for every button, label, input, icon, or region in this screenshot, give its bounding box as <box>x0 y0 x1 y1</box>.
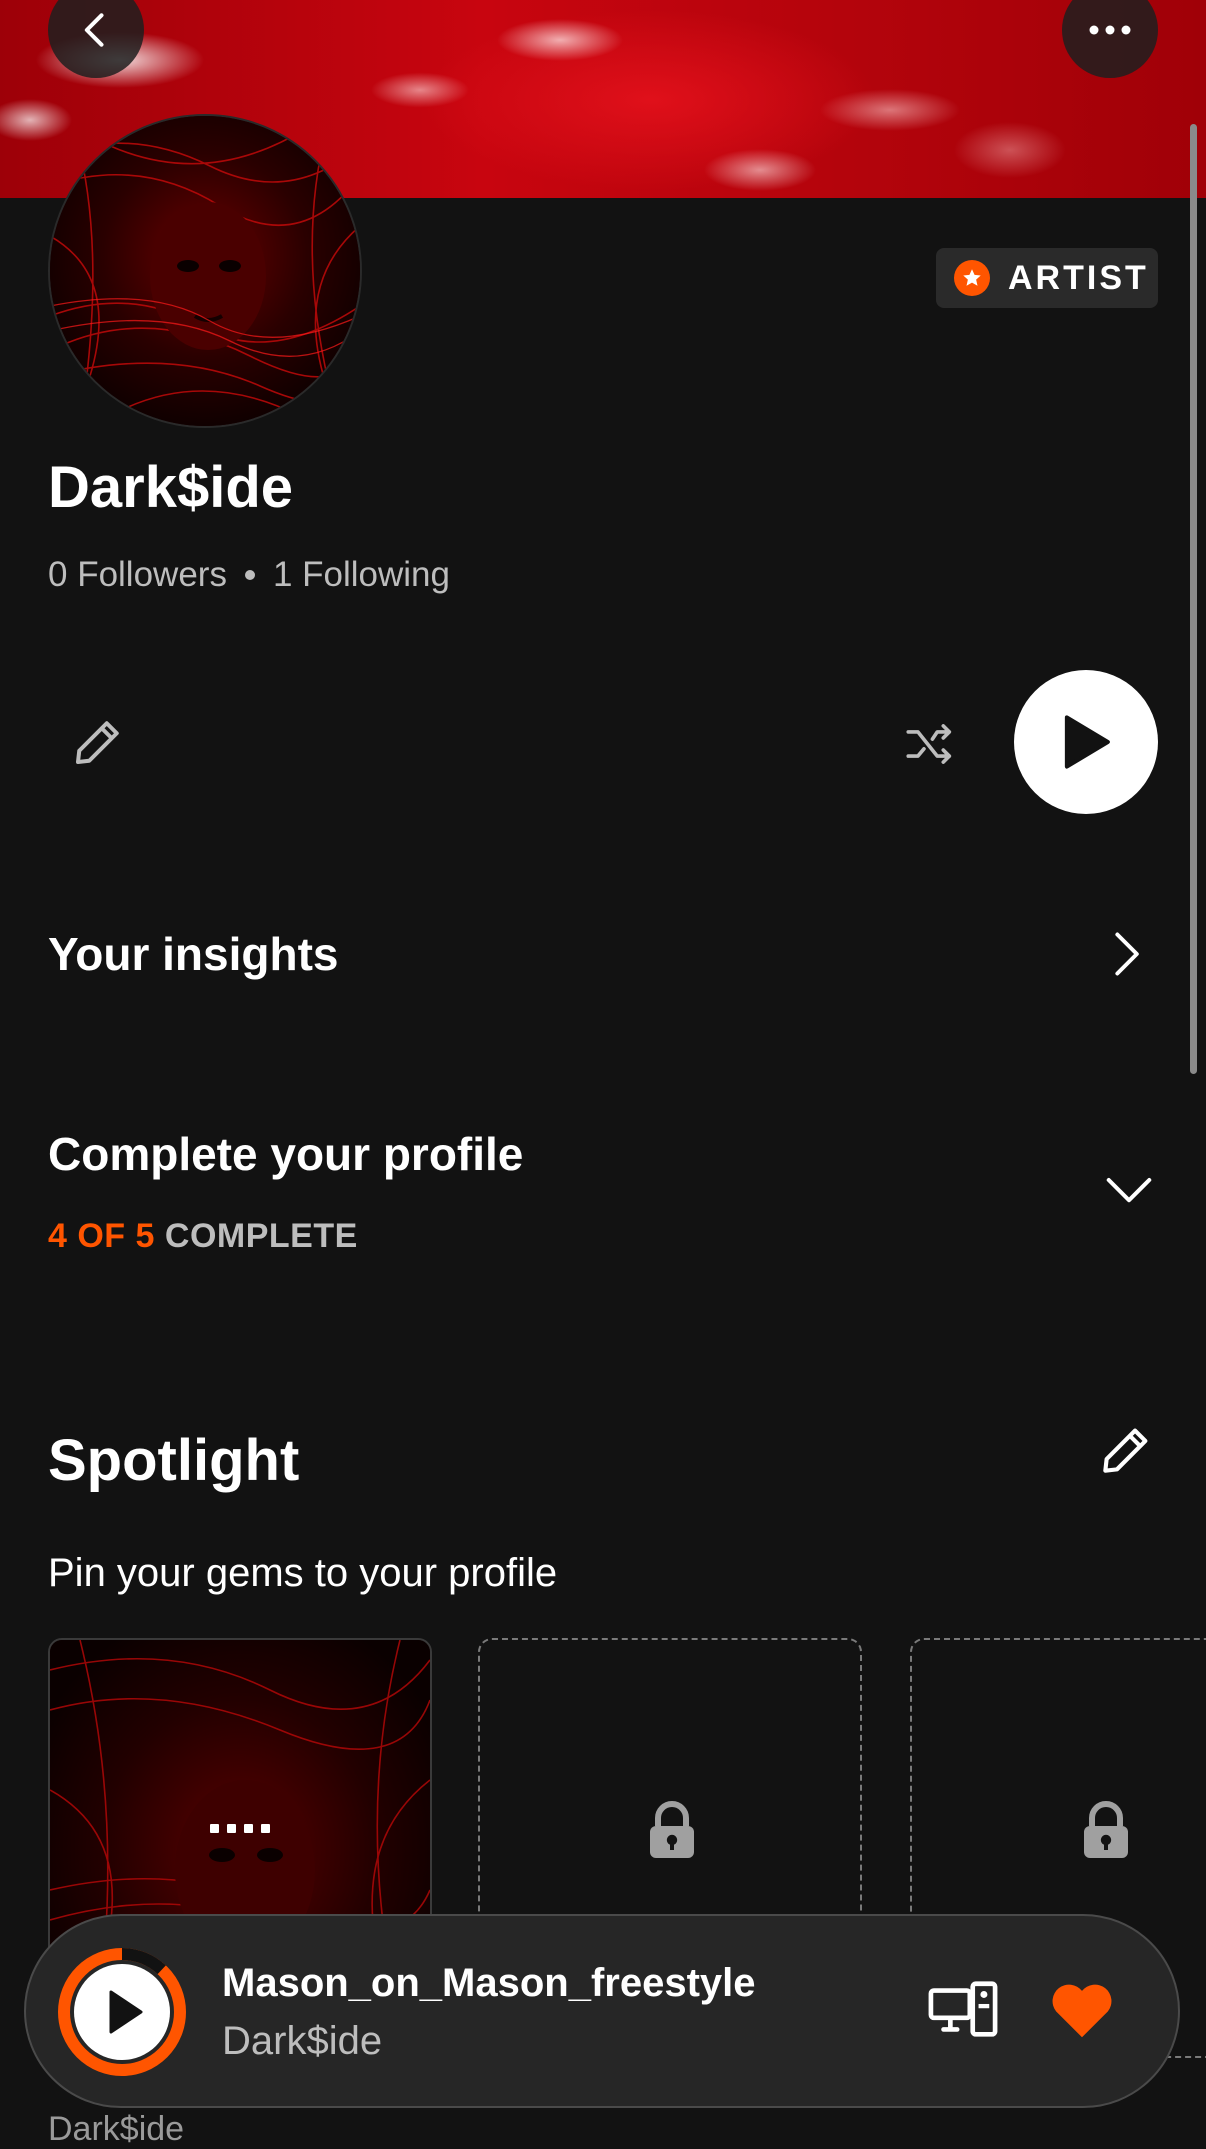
loading-dots <box>210 1824 270 1833</box>
devices-icon[interactable] <box>928 1980 998 2040</box>
artist-badge: ARTIST <box>936 248 1158 308</box>
heart-icon[interactable] <box>1048 1980 1116 2040</box>
edit-profile-button[interactable] <box>62 706 134 778</box>
play-icon <box>1064 715 1110 769</box>
lock-icon <box>1084 1801 1128 1858</box>
shuffle-icon <box>906 724 952 764</box>
now-playing-artist[interactable]: Dark$ide <box>222 2016 382 2066</box>
following-link[interactable]: 1 Following <box>273 552 450 598</box>
lock-icon <box>650 1801 694 1858</box>
pencil-icon <box>1103 1428 1148 1473</box>
progress-count: 4 OF 5 <box>48 1217 155 1255</box>
avatar[interactable] <box>48 114 362 428</box>
follow-stats: 0 Followers 1 Following <box>48 552 450 598</box>
tile-artist-name: Dark$ide <box>48 2110 185 2148</box>
complete-profile-title[interactable]: Complete your profile <box>48 1126 523 1182</box>
pencil-icon <box>76 721 119 764</box>
insights-title: Your insights <box>48 928 339 980</box>
star-icon <box>954 260 990 296</box>
spotlight-title: Spotlight <box>48 1428 300 1493</box>
profile-name: Dark$ide <box>48 455 294 520</box>
play-button[interactable] <box>1014 670 1158 814</box>
profile-progress: 4 OF 5 COMPLETE <box>48 1214 358 1258</box>
now-playing-title[interactable]: Mason_on_Mason_freestyle <box>222 1958 756 2008</box>
edit-spotlight-button[interactable] <box>1090 1414 1162 1486</box>
shuffle-button[interactable] <box>894 710 966 778</box>
chevron-right-icon[interactable] <box>1100 928 1152 980</box>
artist-badge-label: ARTIST <box>1008 258 1149 297</box>
chevron-down-icon[interactable] <box>1102 1162 1156 1216</box>
followers-link[interactable]: 0 Followers <box>48 552 227 598</box>
mini-player[interactable] <box>24 1914 1180 2108</box>
spotlight-subtitle: Pin your gems to your profile <box>48 1551 558 1595</box>
progress-label: COMPLETE <box>164 1217 358 1255</box>
separator-dot <box>244 570 255 580</box>
mini-player-play-button[interactable] <box>58 1948 186 2076</box>
chevron-left-icon <box>84 13 104 47</box>
more-horizontal-icon <box>1089 25 1131 35</box>
